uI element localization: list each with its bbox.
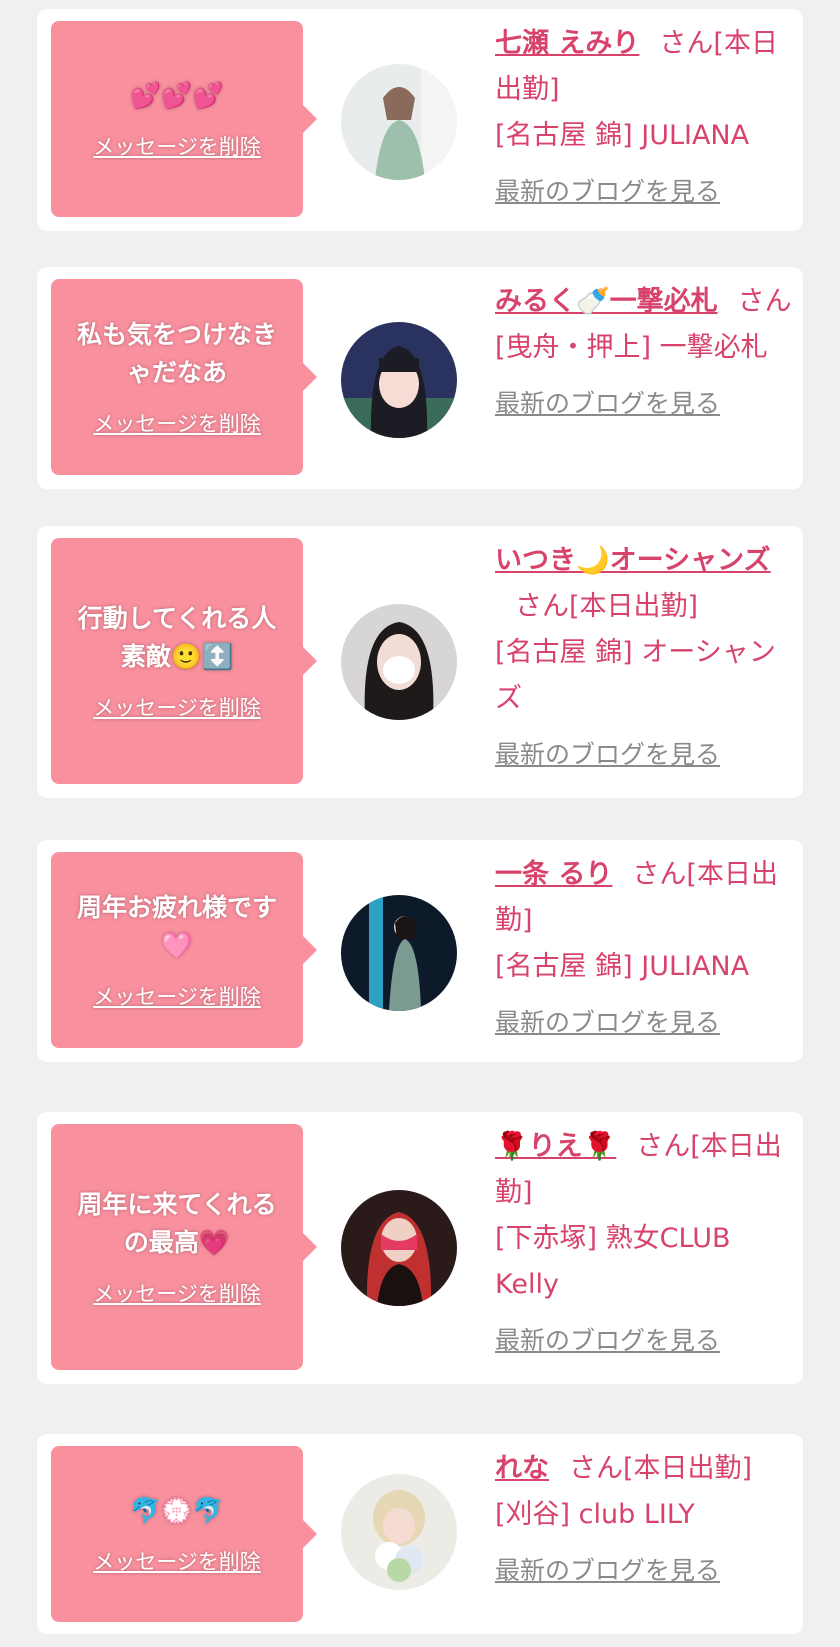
avatar-photo (341, 322, 457, 438)
name-suffix: さん[本日出勤] (515, 591, 699, 622)
message-text: 周年お疲れ様です🩷 (76, 893, 277, 960)
message-list: 💕💕💕 メッセージを削除 七瀬 えみり さん[本日出勤] [名古屋 錦] JULI… (0, 0, 840, 1647)
avatar[interactable] (341, 1474, 457, 1590)
message-card: 周年に来てくれるの最高💗 メッセージを削除 🌹りえ🌹 さん[本日出勤] [下赤塚]… (37, 1112, 803, 1384)
profile-info: 七瀬 えみり さん[本日出勤] [名古屋 錦] JULIANA 最新のブログを見る (495, 21, 795, 215)
shop-label: [名古屋 錦] JULIANA (495, 951, 750, 982)
name-suffix: さん (737, 286, 792, 317)
shop-label: [曳舟・押上] 一撃必札 (495, 332, 768, 363)
profile-name-link[interactable]: 🌹りえ🌹 (495, 1131, 616, 1162)
latest-blog-link[interactable]: 最新のブログを見る (495, 1318, 795, 1364)
latest-blog-link[interactable]: 最新のブログを見る (495, 1000, 795, 1046)
avatar-photo (341, 604, 457, 720)
shop-label: [刈谷] club LILY (495, 1499, 695, 1530)
delete-message-link[interactable]: メッセージを削除 (93, 1546, 261, 1576)
delete-message-link[interactable]: メッセージを削除 (93, 692, 261, 722)
avatar[interactable] (341, 64, 457, 180)
latest-blog-link[interactable]: 最新のブログを見る (495, 381, 795, 427)
profile-info: 🌹りえ🌹 さん[本日出勤] [下赤塚] 熟女CLUB Kelly 最新のブログを見… (495, 1124, 795, 1364)
delete-message-link[interactable]: メッセージを削除 (93, 408, 261, 438)
delete-message-link[interactable]: メッセージを削除 (93, 981, 261, 1011)
message-bubble: 🐬💮🐬 メッセージを削除 (51, 1446, 317, 1622)
profile-name-link[interactable]: いつき🌙オーシャンズ (495, 545, 771, 576)
avatar-photo (341, 895, 457, 1011)
message-card: 周年お疲れ様です🩷 メッセージを削除 一条 るり さん[本日出勤] [名古屋 錦]… (37, 840, 803, 1062)
avatar-photo (341, 1190, 457, 1306)
delete-message-link[interactable]: メッセージを削除 (93, 1278, 261, 1308)
message-card: 行動してくれる人素敵🙂↕️ メッセージを削除 いつき🌙オーシャンズさん[本日出勤… (37, 526, 803, 798)
message-card: 🐬💮🐬 メッセージを削除 れな さん[本日出勤] [刈谷] club LILY 最… (37, 1434, 803, 1634)
latest-blog-link[interactable]: 最新のブログを見る (495, 169, 795, 215)
delete-message-link[interactable]: メッセージを削除 (93, 131, 261, 161)
profile-name-link[interactable]: れな (495, 1453, 549, 1484)
message-text: 🐬💮🐬 (130, 1496, 224, 1525)
message-card: 💕💕💕 メッセージを削除 七瀬 えみり さん[本日出勤] [名古屋 錦] JULI… (37, 9, 803, 231)
profile-info: みるく🍼一撃必札 さん [曳舟・押上] 一撃必札 最新のブログを見る (495, 279, 795, 427)
name-suffix: さん[本日出勤] (569, 1453, 753, 1484)
latest-blog-link[interactable]: 最新のブログを見る (495, 1548, 795, 1594)
avatar[interactable] (341, 895, 457, 1011)
shop-label: [下赤塚] 熟女CLUB Kelly (495, 1223, 731, 1300)
profile-info: いつき🌙オーシャンズさん[本日出勤] [名古屋 錦] オーシャンズ 最新のブログ… (495, 538, 795, 778)
message-bubble: 💕💕💕 メッセージを削除 (51, 21, 317, 217)
message-text: 私も気をつけなきゃだなあ (76, 320, 277, 387)
avatar-photo (341, 1474, 457, 1590)
message-text: 行動してくれる人素敵🙂↕️ (77, 604, 277, 671)
profile-name-link[interactable]: 七瀬 えみり (495, 28, 639, 59)
profile-name-link[interactable]: 一条 るり (495, 859, 612, 890)
shop-label: [名古屋 錦] オーシャンズ (495, 637, 776, 714)
message-text: 💕💕💕 (130, 81, 224, 110)
latest-blog-link[interactable]: 最新のブログを見る (495, 732, 795, 778)
profile-info: れな さん[本日出勤] [刈谷] club LILY 最新のブログを見る (495, 1446, 795, 1594)
message-bubble: 周年お疲れ様です🩷 メッセージを削除 (51, 852, 317, 1048)
message-card: 私も気をつけなきゃだなあ メッセージを削除 みるく🍼一撃必札 さん [曳舟・押上]… (37, 267, 803, 489)
message-bubble: 私も気をつけなきゃだなあ メッセージを削除 (51, 279, 317, 475)
message-bubble: 周年に来てくれるの最高💗 メッセージを削除 (51, 1124, 317, 1370)
message-text: 周年に来てくれるの最高💗 (77, 1190, 277, 1257)
shop-label: [名古屋 錦] JULIANA (495, 120, 750, 151)
avatar[interactable] (341, 1190, 457, 1306)
avatar[interactable] (341, 604, 457, 720)
profile-name-link[interactable]: みるく🍼一撃必札 (495, 286, 718, 317)
message-bubble: 行動してくれる人素敵🙂↕️ メッセージを削除 (51, 538, 317, 784)
avatar[interactable] (341, 322, 457, 438)
avatar-photo (341, 64, 457, 180)
profile-info: 一条 るり さん[本日出勤] [名古屋 錦] JULIANA 最新のブログを見る (495, 852, 795, 1046)
